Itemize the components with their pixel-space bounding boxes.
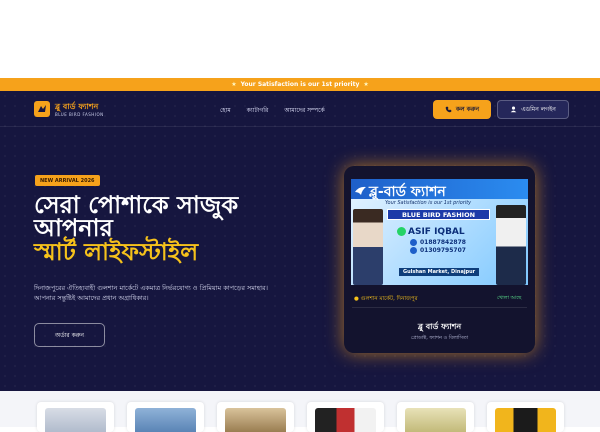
admin-login-button[interactable]: এডমিন লগইন bbox=[497, 100, 569, 119]
shop-banner-image: ব্লু-বার্ড ফ্যাশন Your Satisfaction is o… bbox=[351, 179, 528, 285]
nav-links: হোম ক্যাটাগরি আমাদের সম্পর্কে bbox=[220, 105, 325, 116]
new-arrival-badge: NEW ARRIVAL 2026 bbox=[35, 175, 100, 186]
top-blank-area bbox=[0, 0, 600, 78]
banner-phone-2: 01309795707 bbox=[420, 247, 466, 254]
open-status-badge: খোলা আছে bbox=[497, 295, 522, 301]
product-card[interactable] bbox=[487, 402, 564, 432]
call-button[interactable]: কল করুন bbox=[433, 100, 491, 119]
shop-location-text: গুলশান মার্কেট, দিনাজপুর bbox=[360, 296, 418, 302]
star-icon: ★ bbox=[363, 81, 369, 88]
admin-login-label: এডমিন লগইন bbox=[521, 106, 556, 113]
hero-description: দিনাজপুরের ঐতিহ্যবাহী গুলশান মার্কেটে এক… bbox=[34, 284, 268, 302]
banner-phone-1: 01887842878 bbox=[420, 239, 466, 246]
order-button[interactable]: অর্ডার করুন bbox=[34, 323, 105, 347]
banner-tagline: Your Satisfaction is our 1st priority bbox=[385, 200, 472, 206]
product-image bbox=[225, 408, 286, 432]
shop-location: ● গুলশান মার্কেট, দিনাজপুর bbox=[354, 296, 418, 304]
model-figure-right bbox=[496, 205, 526, 285]
call-button-label: কল করুন bbox=[455, 106, 480, 113]
product-strip bbox=[0, 391, 600, 432]
bird-logo-icon bbox=[354, 182, 367, 195]
user-icon bbox=[510, 106, 517, 113]
navbar: ব্লু বার্ড ফ্যাশন BLUE BIRD FASHION হোম … bbox=[0, 91, 600, 127]
brand-subtitle: BLUE BIRD FASHION bbox=[55, 112, 104, 117]
banner-owner: ASIF IQBAL bbox=[408, 227, 465, 237]
phone-icon bbox=[410, 239, 417, 246]
nav-link-category[interactable]: ক্যাটাগরি bbox=[247, 105, 269, 116]
hero-section: ব্লু বার্ড ফ্যাশন BLUE BIRD FASHION হোম … bbox=[0, 91, 600, 391]
product-card[interactable] bbox=[397, 402, 474, 432]
phone-icon bbox=[445, 106, 452, 113]
product-card[interactable] bbox=[37, 402, 114, 432]
location-pin-icon: ● bbox=[354, 296, 359, 302]
product-card[interactable] bbox=[217, 402, 294, 432]
shop-category: প্রোডাক্ট, ফ্যাশন ও বিলাসিতা bbox=[410, 335, 469, 341]
card-divider bbox=[352, 307, 527, 308]
phone-icon bbox=[410, 247, 417, 254]
product-image bbox=[315, 408, 376, 432]
logo-icon[interactable] bbox=[34, 101, 50, 117]
product-image bbox=[495, 408, 556, 432]
whatsapp-icon bbox=[397, 227, 406, 236]
promo-bar: ★ Your Satisfaction is our 1st priority … bbox=[0, 78, 600, 91]
product-card[interactable] bbox=[307, 402, 384, 432]
banner-english-name: BLUE BIRD FASHION bbox=[387, 209, 490, 220]
product-image bbox=[405, 408, 466, 432]
star-icon: ★ bbox=[231, 81, 237, 88]
nav-link-home[interactable]: হোম bbox=[220, 105, 231, 116]
model-figure-left bbox=[353, 209, 383, 285]
hero-headline-highlight: স্মার্ট লাইফস্টাইল bbox=[34, 238, 199, 266]
shop-card[interactable]: ব্লু-বার্ড ফ্যাশন Your Satisfaction is o… bbox=[344, 166, 535, 353]
product-image bbox=[135, 408, 196, 432]
banner-location: Gulshan Market, Dinajpur bbox=[399, 268, 480, 276]
product-card[interactable] bbox=[127, 402, 204, 432]
promo-text: Your Satisfaction is our 1st priority bbox=[240, 81, 360, 88]
shop-name: ব্লু বার্ড ফ্যাশন bbox=[417, 322, 462, 331]
product-image bbox=[45, 408, 106, 432]
nav-link-about[interactable]: আমাদের সম্পর্কে bbox=[284, 105, 324, 116]
